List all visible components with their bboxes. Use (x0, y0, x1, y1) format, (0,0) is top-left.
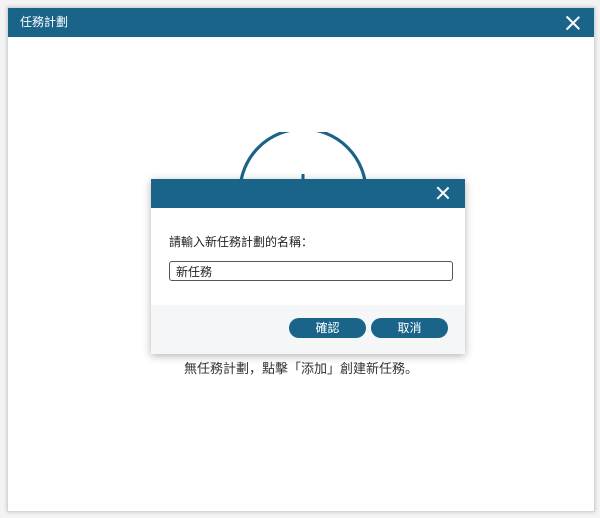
close-icon[interactable] (435, 185, 451, 201)
close-icon[interactable] (564, 14, 582, 32)
cancel-button[interactable]: 取消 (371, 318, 448, 338)
window-title: 任務計劃 (20, 15, 69, 29)
empty-state-message: 無任務計劃，點擊「添加」創建新任務。 (183, 362, 418, 377)
task-plan-window: 任務計劃 無任務計劃，點擊「添加」創建新任務。 請輸入新任務計劃的名稱： 確認 … (7, 7, 595, 512)
confirm-button[interactable]: 確認 (289, 318, 366, 338)
task-name-input[interactable] (169, 261, 453, 281)
dialog-prompt-label: 請輸入新任務計劃的名稱： (169, 235, 314, 249)
title-bar: 任務計劃 (8, 8, 594, 37)
dialog-header (151, 179, 465, 208)
new-task-dialog: 請輸入新任務計劃的名稱： 確認 取消 (151, 179, 465, 354)
